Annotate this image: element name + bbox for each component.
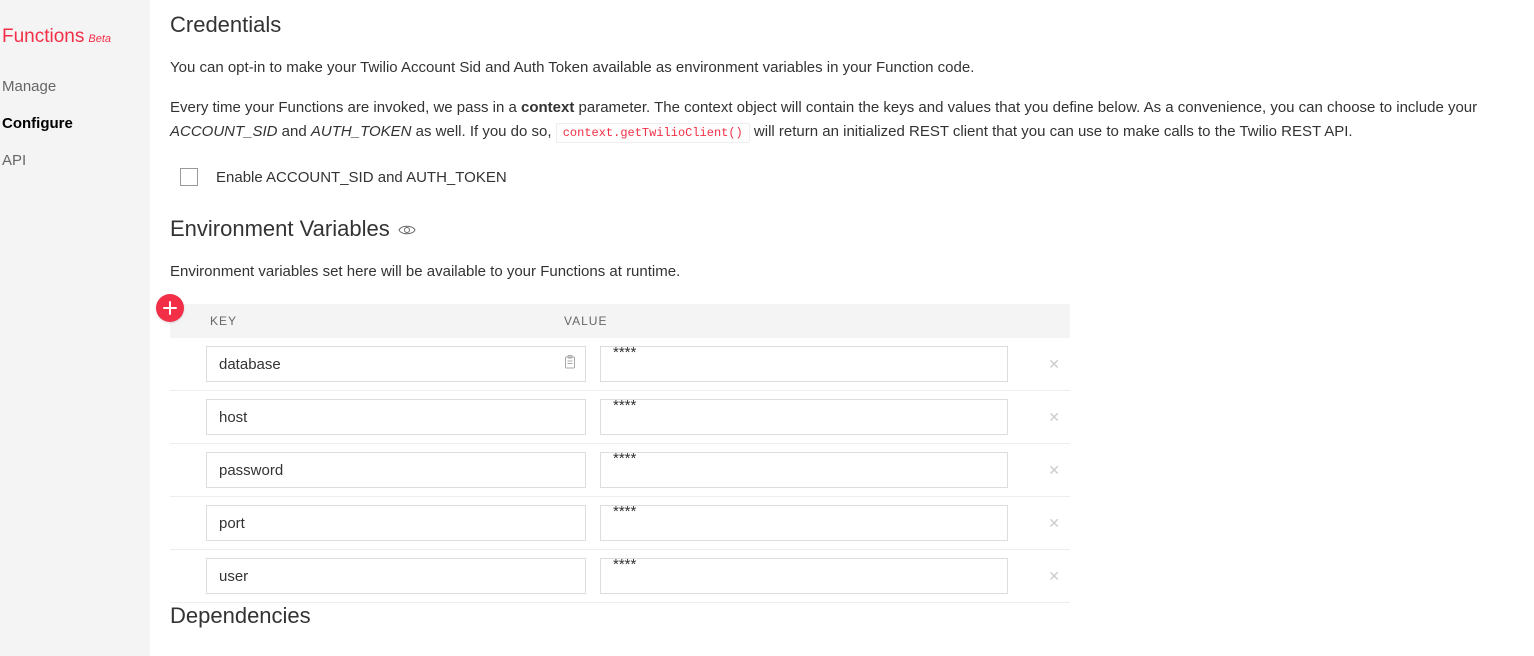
env-row: **** ✕ xyxy=(170,338,1070,391)
credentials-heading: Credentials xyxy=(170,12,1504,38)
env-key-wrap xyxy=(170,505,586,541)
delete-icon[interactable]: ✕ xyxy=(1048,515,1060,532)
delete-cell: ✕ xyxy=(1008,409,1070,426)
env-value-input[interactable]: **** xyxy=(600,505,1008,541)
env-key-wrap xyxy=(170,558,586,594)
sidebar-item-manage[interactable]: Manage xyxy=(0,68,150,105)
env-value-input[interactable]: **** xyxy=(600,452,1008,488)
env-table-header: KEY VALUE xyxy=(170,304,1070,338)
auth-token-text: AUTH_TOKEN xyxy=(311,123,412,140)
delete-icon[interactable]: ✕ xyxy=(1048,462,1060,479)
delete-cell: ✕ xyxy=(1008,356,1070,373)
context-bold: context xyxy=(521,99,574,116)
env-key-wrap xyxy=(170,346,586,382)
add-env-button[interactable] xyxy=(156,294,184,322)
text-fragment: will return an initialized REST client t… xyxy=(750,123,1353,140)
env-key-input[interactable] xyxy=(206,346,586,382)
delete-icon[interactable]: ✕ xyxy=(1048,356,1060,373)
env-heading-wrap: Environment Variables xyxy=(170,216,1504,242)
delete-cell: ✕ xyxy=(1008,515,1070,532)
account-sid-text: ACCOUNT_SID xyxy=(170,123,278,140)
text-fragment: parameter. The context object will conta… xyxy=(574,99,1477,116)
text-fragment: and xyxy=(278,123,311,140)
beta-badge: Beta xyxy=(88,33,111,45)
env-row: **** ✕ xyxy=(170,550,1070,603)
env-key-input[interactable] xyxy=(206,452,586,488)
credentials-desc-1: You can opt-in to make your Twilio Accou… xyxy=(170,56,1504,80)
main-content: Credentials You can opt-in to make your … xyxy=(150,0,1534,656)
delete-cell: ✕ xyxy=(1008,568,1070,585)
sidebar-item-api[interactable]: API xyxy=(0,142,150,179)
enable-credentials-label: Enable ACCOUNT_SID and AUTH_TOKEN xyxy=(216,169,507,186)
clipboard-icon[interactable] xyxy=(564,355,576,373)
header-value: VALUE xyxy=(564,314,970,328)
env-value-input[interactable]: **** xyxy=(600,399,1008,435)
env-desc: Environment variables set here will be a… xyxy=(170,260,1504,284)
text-fragment: as well. If you do so, xyxy=(411,123,555,140)
env-value-input[interactable]: **** xyxy=(600,558,1008,594)
env-heading: Environment Variables xyxy=(170,216,390,242)
code-snippet: context.getTwilioClient() xyxy=(556,123,750,143)
dependencies-heading: Dependencies xyxy=(170,603,1504,629)
env-row: **** ✕ xyxy=(170,444,1070,497)
env-value-input[interactable]: **** xyxy=(600,346,1008,382)
delete-cell: ✕ xyxy=(1008,462,1070,479)
delete-icon[interactable]: ✕ xyxy=(1048,568,1060,585)
delete-icon[interactable]: ✕ xyxy=(1048,409,1060,426)
env-row: **** ✕ xyxy=(170,391,1070,444)
enable-credentials-row: Enable ACCOUNT_SID and AUTH_TOKEN xyxy=(180,168,1504,186)
env-row: **** ✕ xyxy=(170,497,1070,550)
sidebar-item-configure[interactable]: Configure xyxy=(0,105,150,142)
enable-credentials-checkbox[interactable] xyxy=(180,168,198,186)
env-table: KEY VALUE **** ✕ **** ✕ **** ✕ **** ✕ **** ✕ xyxy=(170,304,1070,603)
credentials-desc-2: Every time your Functions are invoked, w… xyxy=(170,96,1504,144)
sidebar: Functions Beta Manage Configure API xyxy=(0,0,150,656)
env-key-input[interactable] xyxy=(206,505,586,541)
env-key-input[interactable] xyxy=(206,399,586,435)
header-key: KEY xyxy=(170,314,564,328)
env-key-input[interactable] xyxy=(206,558,586,594)
sidebar-title: Functions xyxy=(2,26,84,48)
env-key-wrap xyxy=(170,399,586,435)
env-key-wrap xyxy=(170,452,586,488)
sidebar-header: Functions Beta xyxy=(0,10,150,68)
eye-icon[interactable] xyxy=(398,224,416,236)
text-fragment: Every time your Functions are invoked, w… xyxy=(170,99,521,116)
